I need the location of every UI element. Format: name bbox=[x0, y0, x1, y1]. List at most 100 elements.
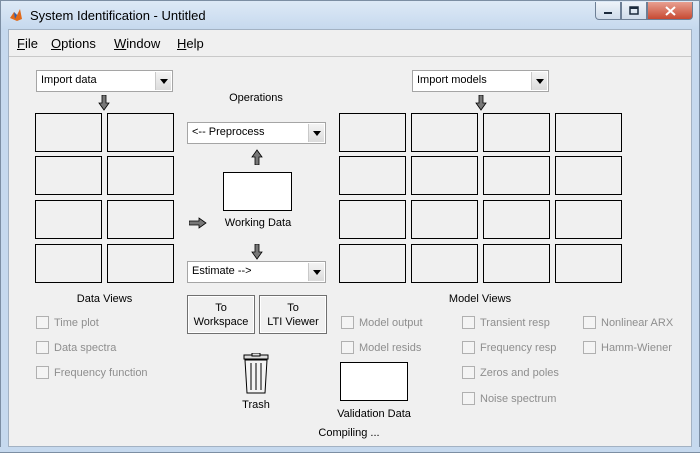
check-label: Frequency resp bbox=[480, 341, 557, 354]
preprocess-label: <-- Preprocess bbox=[192, 126, 265, 138]
chevron-down-icon bbox=[308, 124, 324, 142]
data-board-2[interactable] bbox=[107, 113, 174, 152]
model-board-3[interactable] bbox=[483, 113, 550, 152]
check-label: Hamm-Wiener bbox=[601, 341, 672, 354]
window-frame-right bbox=[692, 29, 700, 453]
model-board-11[interactable] bbox=[483, 200, 550, 239]
import-models-label: Import models bbox=[417, 74, 487, 86]
import-data-dropdown[interactable]: Import data bbox=[36, 70, 173, 92]
arrow-right-icon bbox=[189, 217, 207, 229]
maximize-icon bbox=[629, 5, 639, 15]
model-board-4[interactable] bbox=[555, 113, 622, 152]
checkbox[interactable] bbox=[36, 341, 49, 354]
check-model-resids[interactable]: Model resids bbox=[341, 341, 421, 354]
to-workspace-button[interactable]: To Workspace bbox=[187, 295, 255, 334]
checkbox[interactable] bbox=[462, 366, 475, 379]
button-line-2: Workspace bbox=[193, 315, 249, 328]
model-board-16[interactable] bbox=[555, 244, 622, 283]
data-board-4[interactable] bbox=[107, 156, 174, 195]
menu-bar: File Options Window Help bbox=[9, 30, 691, 57]
close-button[interactable] bbox=[647, 2, 693, 20]
check-zeros-and-poles[interactable]: Zeros and poles bbox=[462, 366, 559, 379]
check-model-output[interactable]: Model output bbox=[341, 316, 423, 329]
model-board-13[interactable] bbox=[339, 244, 406, 283]
arrow-down-icon bbox=[98, 95, 110, 111]
data-board-1[interactable] bbox=[35, 113, 102, 152]
model-board-1[interactable] bbox=[339, 113, 406, 152]
model-board-12[interactable] bbox=[555, 200, 622, 239]
checkbox[interactable] bbox=[583, 316, 596, 329]
status-text: Compiling ... bbox=[318, 427, 380, 439]
checkbox[interactable] bbox=[341, 341, 354, 354]
check-transient-resp[interactable]: Transient resp bbox=[462, 316, 550, 329]
check-noise-spectrum[interactable]: Noise spectrum bbox=[462, 392, 556, 405]
model-board-15[interactable] bbox=[483, 244, 550, 283]
checkbox[interactable] bbox=[36, 316, 49, 329]
checkbox[interactable] bbox=[36, 366, 49, 379]
model-board-10[interactable] bbox=[411, 200, 478, 239]
menu-file[interactable]: File bbox=[17, 36, 38, 51]
preprocess-dropdown[interactable]: <-- Preprocess bbox=[187, 122, 326, 144]
checkbox[interactable] bbox=[341, 316, 354, 329]
check-nonlinear-arx[interactable]: Nonlinear ARX bbox=[583, 316, 673, 329]
check-time-plot[interactable]: Time plot bbox=[36, 316, 99, 329]
data-board-6[interactable] bbox=[107, 200, 174, 239]
arrow-down-icon bbox=[251, 244, 263, 260]
check-label: Zeros and poles bbox=[480, 366, 559, 379]
check-label: Data spectra bbox=[54, 341, 117, 354]
checkbox[interactable] bbox=[462, 341, 475, 354]
minimize-icon bbox=[604, 11, 612, 14]
menu-window[interactable]: Window bbox=[114, 36, 160, 51]
check-frequency-function[interactable]: Frequency function bbox=[36, 366, 148, 379]
main-panel: Import data Data Views Time plot Data sp… bbox=[9, 57, 691, 447]
check-label: Model output bbox=[359, 316, 423, 329]
model-board-14[interactable] bbox=[411, 244, 478, 283]
model-board-7[interactable] bbox=[483, 156, 550, 195]
checkbox[interactable] bbox=[462, 316, 475, 329]
model-board-8[interactable] bbox=[555, 156, 622, 195]
window-frame-left bbox=[0, 29, 8, 453]
window-title: System Identification - Untitled bbox=[30, 8, 206, 23]
button-line-2: LTI Viewer bbox=[267, 315, 319, 328]
close-icon bbox=[664, 5, 676, 16]
button-line-1: To bbox=[215, 301, 227, 314]
validation-data-board[interactable] bbox=[340, 362, 408, 401]
estimate-dropdown[interactable]: Estimate --> bbox=[187, 261, 326, 283]
model-board-6[interactable] bbox=[411, 156, 478, 195]
data-board-3[interactable] bbox=[35, 156, 102, 195]
trash-label: Trash bbox=[242, 399, 270, 411]
model-board-9[interactable] bbox=[339, 200, 406, 239]
check-data-spectra[interactable]: Data spectra bbox=[36, 341, 116, 354]
maximize-button[interactable] bbox=[621, 2, 647, 20]
arrow-up-icon bbox=[251, 149, 263, 165]
menu-help[interactable]: Help bbox=[177, 36, 204, 51]
estimate-label: Estimate --> bbox=[192, 265, 252, 277]
check-frequency-resp[interactable]: Frequency resp bbox=[462, 341, 556, 354]
validation-data-label: Validation Data bbox=[337, 408, 411, 420]
arrow-down-icon bbox=[475, 95, 487, 111]
import-models-dropdown[interactable]: Import models bbox=[412, 70, 549, 92]
working-data-board[interactable] bbox=[223, 172, 292, 211]
checkbox[interactable] bbox=[583, 341, 596, 354]
check-label: Transient resp bbox=[480, 316, 550, 329]
model-board-5[interactable] bbox=[339, 156, 406, 195]
check-label: Model resids bbox=[359, 341, 422, 354]
check-label: Noise spectrum bbox=[480, 392, 557, 405]
data-board-7[interactable] bbox=[35, 244, 102, 283]
title-bar: System Identification - Untitled bbox=[0, 0, 700, 29]
data-board-8[interactable] bbox=[107, 244, 174, 283]
menu-options[interactable]: Options bbox=[51, 36, 96, 51]
chevron-down-icon bbox=[531, 72, 547, 90]
to-lti-viewer-button[interactable]: To LTI Viewer bbox=[259, 295, 327, 334]
working-data-label: Working Data bbox=[224, 217, 292, 229]
minimize-button[interactable] bbox=[595, 2, 621, 20]
check-label: Frequency function bbox=[54, 366, 148, 379]
data-views-label: Data Views bbox=[76, 293, 133, 305]
check-hamm-wiener[interactable]: Hamm-Wiener bbox=[583, 341, 672, 354]
trash-icon[interactable] bbox=[241, 353, 271, 395]
check-label: Time plot bbox=[54, 316, 99, 329]
data-board-5[interactable] bbox=[35, 200, 102, 239]
window-frame-bottom bbox=[0, 447, 700, 453]
model-board-2[interactable] bbox=[411, 113, 478, 152]
checkbox[interactable] bbox=[462, 392, 475, 405]
